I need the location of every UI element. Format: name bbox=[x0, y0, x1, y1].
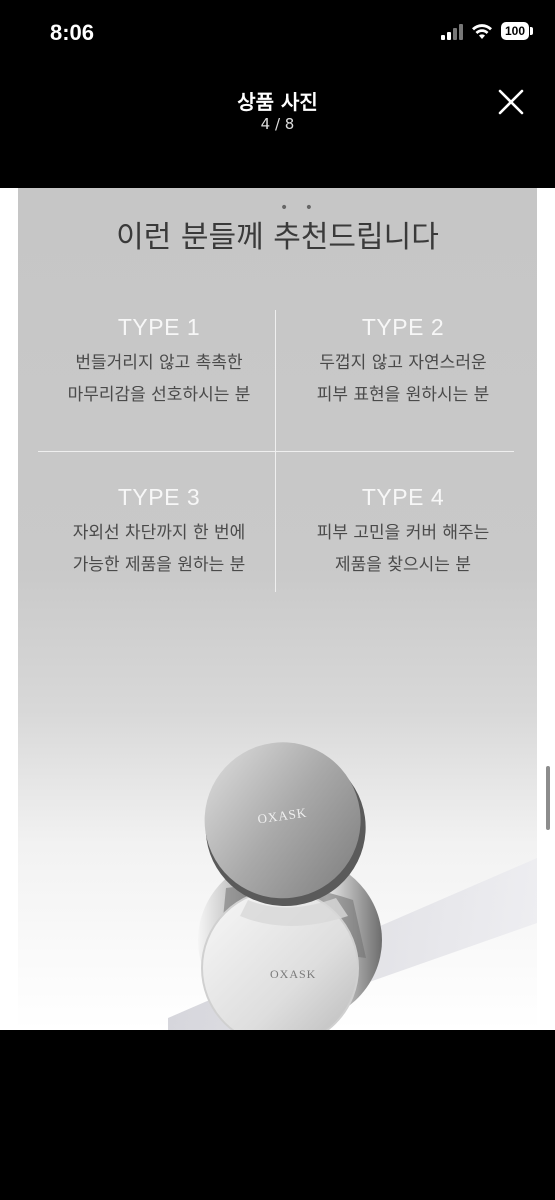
cellular-signal-icon bbox=[440, 22, 463, 40]
page-title: 상품 사진 bbox=[237, 90, 318, 114]
scrollbar[interactable] bbox=[546, 766, 550, 830]
status-icons: 100 bbox=[440, 22, 533, 40]
status-bar: 8:06 100 bbox=[0, 0, 555, 70]
status-time: 8:06 bbox=[50, 20, 95, 45]
photo-frame-edge-left bbox=[0, 188, 18, 1030]
close-icon[interactable] bbox=[497, 88, 525, 116]
battery-level: 100 bbox=[500, 22, 529, 40]
wifi-icon bbox=[471, 23, 492, 39]
svg-text:OXASK: OXASK bbox=[270, 967, 316, 981]
product-photo[interactable]: • • 이런 분들께 추천드립니다 TYPE 1 번들거리지 않고 촉촉한 마무… bbox=[18, 188, 537, 1030]
viewer-header: 상품 사진 4 / 8 bbox=[0, 80, 555, 160]
cushion-compact-illustration: OXASK OXASK bbox=[168, 742, 537, 1030]
photo-frame-edge-right bbox=[537, 188, 555, 1030]
photo-counter: 4 / 8 bbox=[260, 115, 295, 133]
battery-icon: 100 bbox=[500, 22, 533, 40]
